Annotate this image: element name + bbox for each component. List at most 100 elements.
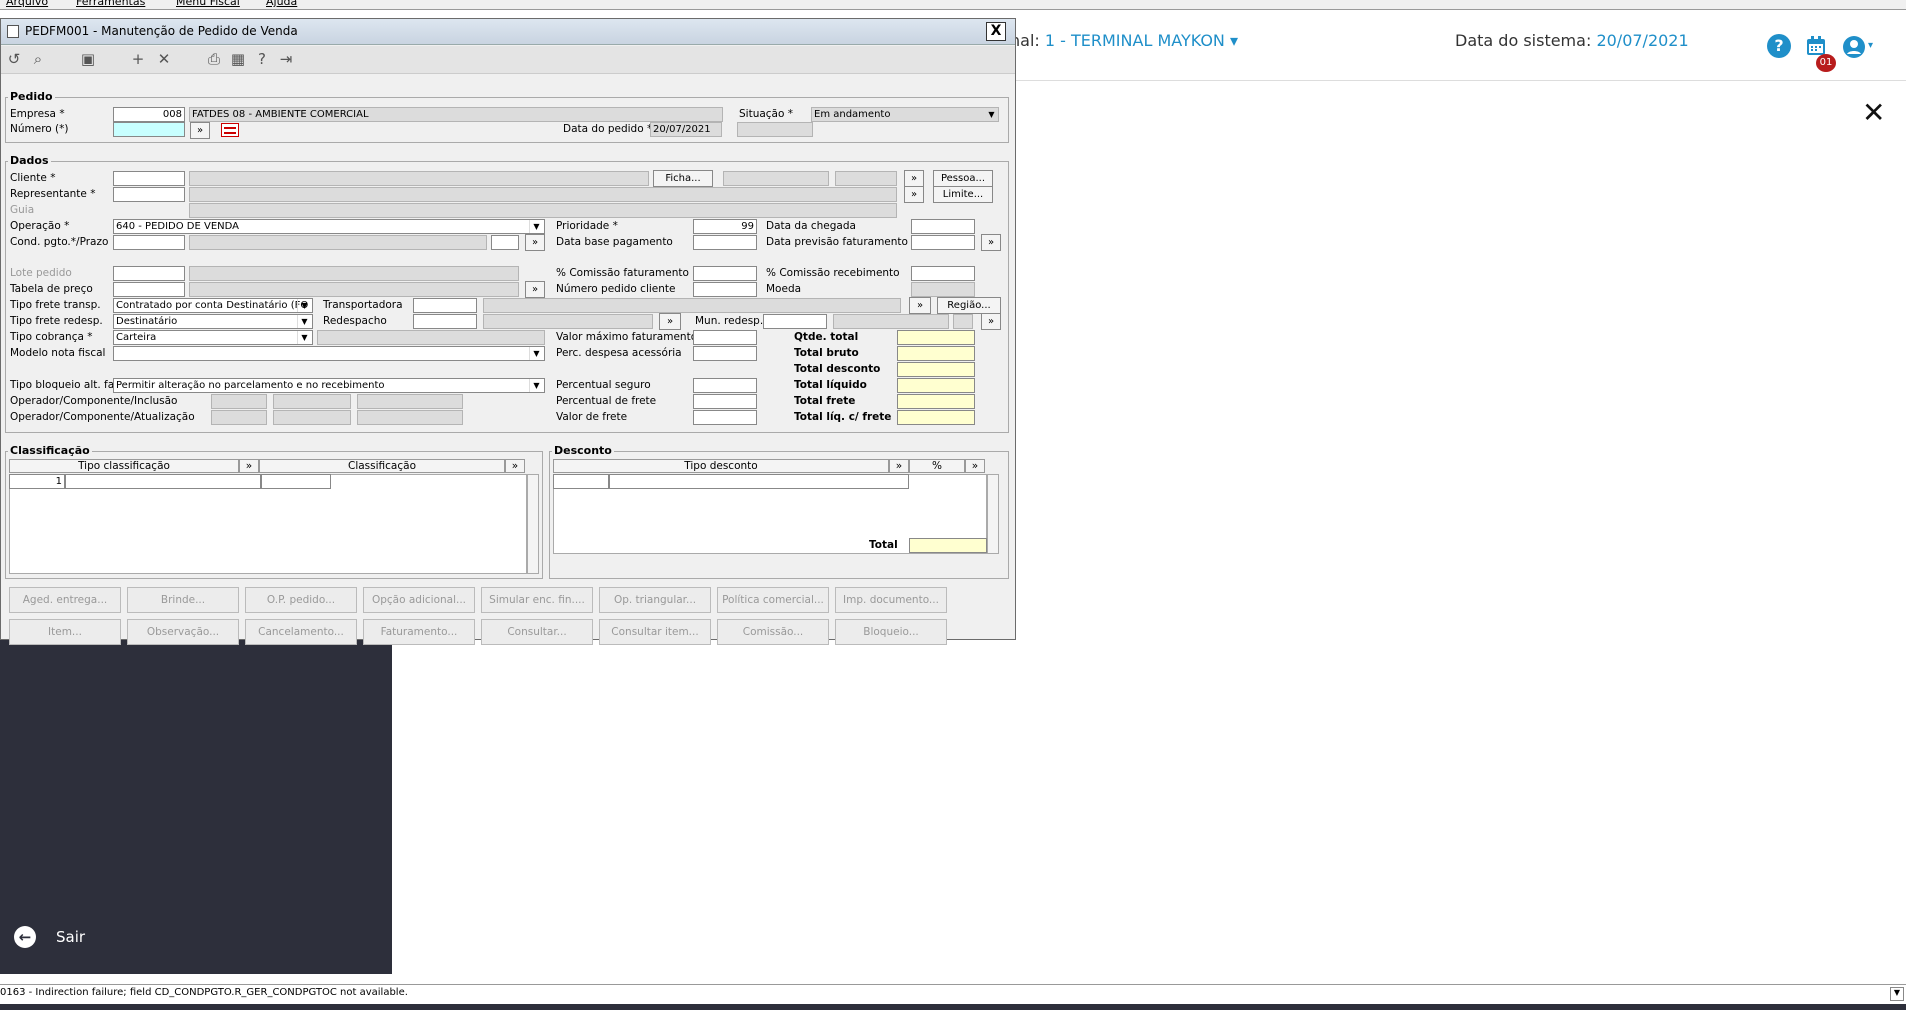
action-button-2-6[interactable]: Comissão... (717, 619, 829, 645)
action-button-1-1[interactable]: Brinde... (127, 587, 239, 613)
representante-input[interactable] (113, 187, 185, 202)
action-button-1-6[interactable]: Política comercial... (717, 587, 829, 613)
mun-redesp-input[interactable] (763, 314, 827, 329)
valor-max-input[interactable] (693, 330, 757, 345)
transportadora-more-button[interactable]: » (909, 297, 931, 314)
classificacao-grid[interactable] (9, 474, 527, 574)
menu-arquivo[interactable]: Arquivo (6, 0, 48, 8)
operacao-select[interactable]: 640 - PEDIDO DE VENDA (113, 219, 545, 234)
action-button-2-7[interactable]: Bloqueio... (835, 619, 947, 645)
chevron-down-icon[interactable]: ▼ (529, 220, 543, 233)
add-icon[interactable]: + (129, 50, 147, 68)
cliente-more-button[interactable]: » (904, 170, 924, 187)
percent-header[interactable]: % (909, 459, 965, 473)
comissao-fat-input[interactable] (693, 266, 757, 281)
menu-ajuda[interactable]: Ajuda (266, 0, 297, 8)
limite-button[interactable]: Limite... (933, 186, 993, 203)
card-icon[interactable] (221, 123, 239, 137)
empresa-code-input[interactable]: 008 (113, 107, 185, 122)
classificacao-more[interactable]: » (505, 459, 525, 473)
perc-despesa-input[interactable] (693, 346, 757, 361)
mun-redesp-more-button[interactable]: » (981, 313, 1001, 330)
delete-icon[interactable]: ✕ (155, 50, 173, 68)
perc-frete-input[interactable] (693, 394, 757, 409)
lote-input[interactable] (113, 266, 185, 281)
cliente-code-input[interactable] (113, 171, 185, 186)
tipo-desconto-more[interactable]: » (889, 459, 909, 473)
tipo-bloqueio-select[interactable]: Permitir alteração no parcelamento e no … (113, 378, 545, 393)
tipo-frete-redesp-select[interactable]: Destinatário (113, 314, 313, 329)
numero-more-button[interactable]: » (190, 122, 210, 139)
desconto-scrollbar[interactable] (987, 474, 999, 554)
action-button-2-2[interactable]: Cancelamento... (245, 619, 357, 645)
chevron-down-icon[interactable]: ▼ (297, 331, 311, 344)
undo-icon[interactable]: ↺ (5, 50, 23, 68)
data-chegada-input[interactable] (911, 219, 975, 234)
pessoa-button[interactable]: Pessoa... (933, 170, 993, 187)
action-button-1-4[interactable]: Simular enc. fin.... (481, 587, 593, 613)
tipo-classificacao-more[interactable]: » (239, 459, 259, 473)
action-button-1-3[interactable]: Opção adicional... (363, 587, 475, 613)
ficha-button[interactable]: Ficha... (653, 170, 713, 187)
chevron-down-icon[interactable]: ▼ (529, 379, 543, 392)
exit-small-icon[interactable]: ⇥ (277, 50, 295, 68)
action-button-1-2[interactable]: O.P. pedido... (245, 587, 357, 613)
exit-label[interactable]: Sair (56, 928, 85, 946)
calendar-small-icon[interactable]: ▦ (229, 50, 247, 68)
action-button-1-0[interactable]: Aged. entrega... (9, 587, 121, 613)
tipo-desconto-header[interactable]: Tipo desconto (553, 459, 889, 473)
terminal-selector[interactable]: nal: 1 - TERMINAL MAYKON ▾ (1010, 31, 1238, 50)
tipo-frete-select[interactable]: Contratado por conta Destinatário (FO (113, 298, 313, 313)
action-button-2-4[interactable]: Consultar... (481, 619, 593, 645)
chevron-down-icon[interactable]: ▼ (297, 315, 311, 328)
numero-input[interactable] (113, 122, 185, 137)
help-icon[interactable]: ? (1767, 34, 1791, 58)
chevron-down-icon[interactable]: ▼ (297, 299, 311, 312)
perc-seguro-input[interactable] (693, 378, 757, 393)
action-button-1-5[interactable]: Op. triangular... (599, 587, 711, 613)
prioridade-input[interactable]: 99 (693, 219, 757, 234)
tabela-preco-input[interactable] (113, 282, 185, 297)
prazo-input[interactable] (491, 235, 519, 250)
classificacao-row-type[interactable] (65, 474, 261, 489)
help-small-icon[interactable]: ? (253, 50, 271, 68)
exit-icon[interactable]: ← (14, 926, 36, 948)
menu-ferramentas[interactable]: Ferramentas (76, 0, 145, 8)
classificacao-row-code[interactable] (261, 474, 331, 489)
action-button-2-0[interactable]: Item... (9, 619, 121, 645)
data-previsao-more-button[interactable]: » (981, 234, 1001, 251)
valor-frete-input[interactable] (693, 410, 757, 425)
representante-more-button[interactable]: » (904, 186, 924, 203)
save-icon[interactable]: ▣ (79, 50, 97, 68)
comissao-rec-input[interactable] (911, 266, 975, 281)
caret-down-icon[interactable]: ▾ (1868, 40, 1873, 51)
search-icon[interactable]: ⌕ (29, 50, 47, 68)
desconto-row-type[interactable] (609, 474, 909, 489)
close-icon[interactable]: ✕ (1862, 96, 1885, 129)
modelo-nota-select[interactable] (113, 346, 545, 361)
action-button-2-5[interactable]: Consultar item... (599, 619, 711, 645)
situacao-select[interactable]: Em andamento (811, 107, 999, 122)
tipo-classificacao-header[interactable]: Tipo classificação (9, 459, 239, 473)
chevron-down-icon[interactable]: ▼ (984, 108, 998, 121)
chevron-down-icon[interactable]: ▼ (529, 347, 543, 360)
transportadora-input[interactable] (413, 298, 477, 313)
print-icon[interactable]: ⎙ (205, 50, 223, 68)
cond-pgto-input[interactable] (113, 235, 185, 250)
redespacho-more-button[interactable]: » (659, 313, 681, 330)
action-button-2-1[interactable]: Observação... (127, 619, 239, 645)
regiao-button[interactable]: Região... (937, 297, 1001, 314)
numero-cliente-input[interactable] (693, 282, 757, 297)
dropdown-arrow-icon[interactable]: ▼ (1890, 987, 1904, 1001)
tabela-preco-more-button[interactable]: » (525, 281, 545, 298)
action-button-1-7[interactable]: Imp. documento... (835, 587, 947, 613)
data-base-input[interactable] (693, 235, 757, 250)
redespacho-input[interactable] (413, 314, 477, 329)
tipo-cobranca-select[interactable]: Carteira (113, 330, 313, 345)
classificacao-header[interactable]: Classificação (259, 459, 505, 473)
percent-more[interactable]: » (965, 459, 985, 473)
menu-fiscal[interactable]: Menu Fiscal (176, 0, 240, 8)
action-button-2-3[interactable]: Faturamento... (363, 619, 475, 645)
window-close-button[interactable]: X (986, 22, 1006, 41)
data-previsao-input[interactable] (911, 235, 975, 250)
